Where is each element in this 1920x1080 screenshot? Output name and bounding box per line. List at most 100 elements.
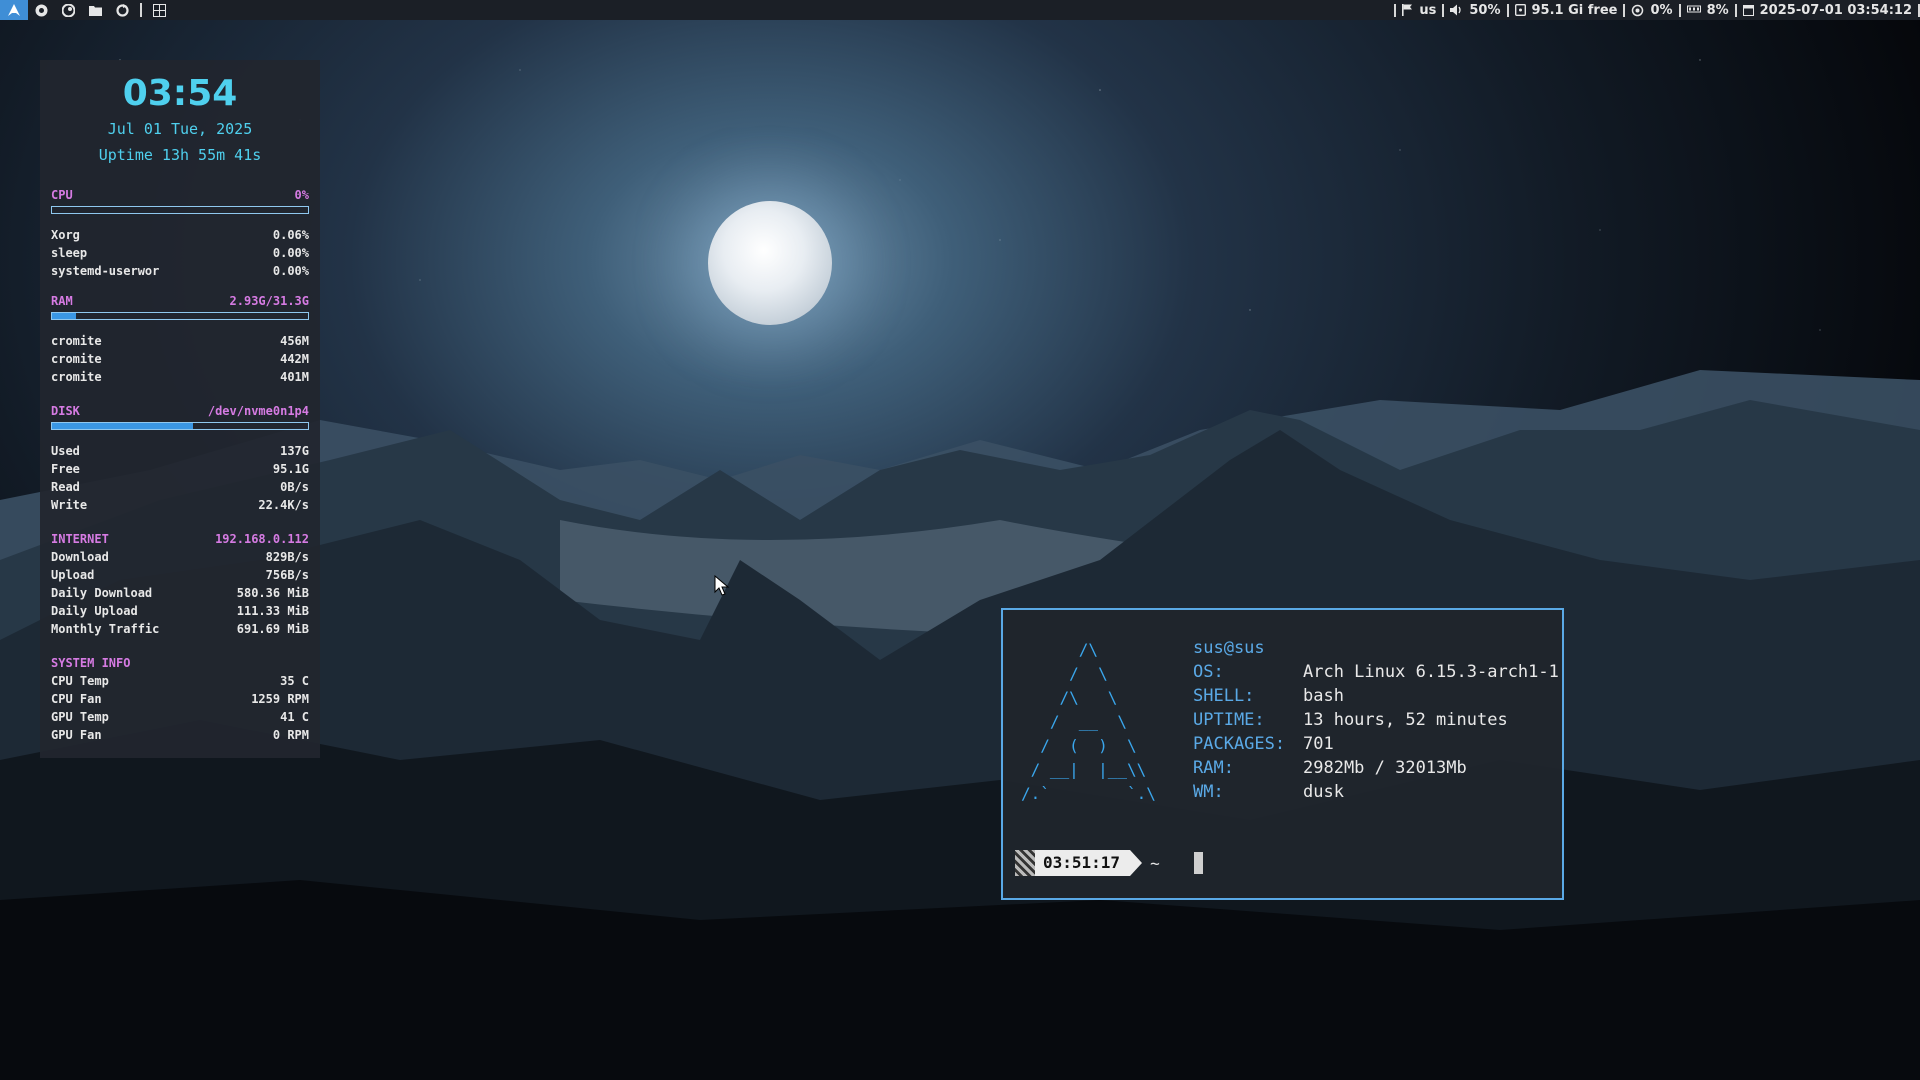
disk-row-value: 137G <box>280 444 309 458</box>
process-value: 456M <box>280 334 309 348</box>
disk-row: Write 22.4K/s <box>51 496 309 514</box>
network-row-value: 691.69 MiB <box>236 622 309 636</box>
cpu-icon <box>1632 4 1644 16</box>
disk-row-value: 22.4K/s <box>258 498 309 512</box>
volume-value: 50% <box>1469 2 1501 18</box>
sensor-value: 1259 RPM <box>251 692 309 706</box>
fetch-line: SHELL: bash <box>1193 684 1559 708</box>
network-row: Monthly Traffic 691.69 MiB <box>51 620 309 638</box>
flag-icon <box>1402 4 1413 16</box>
refresh-icon[interactable] <box>109 0 136 20</box>
network-row: Daily Upload 111.33 MiB <box>51 602 309 620</box>
ip-address: 192.168.0.112 <box>215 532 309 546</box>
separator <box>140 3 142 17</box>
process-value: 0.00% <box>272 246 309 260</box>
ram-bar-fill <box>52 313 77 319</box>
network-row: Download 829B/s <box>51 548 309 566</box>
system-fetch-info: sus@sus OS: Arch Linux 6.15.3-arch1-1 SHE… <box>1193 636 1559 804</box>
process-name: systemd-userwor <box>51 264 160 278</box>
clock-status[interactable]: 2025-07-01 03:54:12 <box>1737 3 1918 18</box>
process-value: 401M <box>280 370 309 384</box>
process-name: cromite <box>51 352 102 366</box>
ram-label: RAM <box>51 294 73 308</box>
chromium-icon[interactable] <box>28 0 55 20</box>
system-info-label: SYSTEM INFO <box>51 656 131 670</box>
volume-status[interactable]: 50% <box>1444 3 1506 18</box>
process-row: systemd-userwor 0.00% <box>51 262 309 280</box>
cpu-section: CPU 0% Xorg 0.06% sleep 0.00% systemd-user… <box>51 188 309 280</box>
disk-section: DISK /dev/nvme0n1p4 Used 137G Free 95.1G R… <box>51 404 309 514</box>
sensor-name: GPU Temp <box>51 710 109 724</box>
sensor-row: GPU Fan 0 RPM <box>51 726 309 744</box>
sensor-name: CPU Fan <box>51 692 102 706</box>
network-row-value: 756B/s <box>265 568 309 582</box>
cpu-label: CPU <box>51 188 73 202</box>
fetch-value: 2982Mb / 32013Mb <box>1303 758 1467 778</box>
arch-logo-icon[interactable] <box>0 0 28 20</box>
process-row: sleep 0.00% <box>51 244 309 262</box>
network-row-name: Daily Upload <box>51 604 138 618</box>
disk-row-name: Write <box>51 498 88 512</box>
process-name: cromite <box>51 370 102 384</box>
keyboard-layout-status[interactable]: us <box>1396 3 1442 18</box>
ram-status[interactable]: 8% <box>1681 3 1735 18</box>
disk-row: Used 137G <box>51 442 309 460</box>
calendar-icon <box>1742 5 1754 16</box>
conky-date: Jul 01 Tue, 2025 <box>107 120 253 138</box>
sensor-row: GPU Temp 41 C <box>51 708 309 726</box>
internet-label: INTERNET <box>51 532 109 546</box>
process-value: 442M <box>280 352 309 366</box>
ram-bar <box>51 312 309 320</box>
shell-prompt[interactable]: 03:51:17 ~ <box>1015 850 1203 876</box>
prompt-arrow-icon <box>1130 850 1143 876</box>
moon <box>708 201 832 325</box>
sensor-row: CPU Fan 1259 RPM <box>51 690 309 708</box>
fetch-line: UPTIME: 13 hours, 52 minutes <box>1193 708 1559 732</box>
sensor-name: CPU Temp <box>51 674 109 688</box>
disk-row-name: Free <box>51 462 80 476</box>
ram-section: RAM 2.93G/31.3G cromite 456M cromite 442M … <box>51 294 309 386</box>
sensor-value: 0 RPM <box>272 728 309 742</box>
disk-row-name: Used <box>51 444 80 458</box>
disk-device: /dev/nvme0n1p4 <box>207 404 309 418</box>
fetch-value: Arch Linux 6.15.3-arch1-1 <box>1303 662 1559 682</box>
disk-icon <box>1514 4 1526 16</box>
mouse-pointer-icon <box>714 575 730 596</box>
fetch-key: OS: <box>1193 662 1224 682</box>
network-row: Upload 756B/s <box>51 566 309 584</box>
ram-value: 8% <box>1706 2 1729 18</box>
process-row: cromite 442M <box>51 350 309 368</box>
network-row-value: 111.33 MiB <box>236 604 309 618</box>
fetch-key: WM: <box>1193 782 1224 802</box>
disk-status[interactable]: 95.1 Gi free <box>1509 3 1624 18</box>
prompt-time: 03:51:17 <box>1035 850 1131 876</box>
fetch-line: RAM: 2982Mb / 32013Mb <box>1193 756 1559 780</box>
fetch-line: OS: Arch Linux 6.15.3-arch1-1 <box>1193 660 1559 684</box>
process-row: cromite 401M <box>51 368 309 386</box>
network-row-name: Daily Download <box>51 586 153 600</box>
conky-uptime: Uptime 13h 55m 41s <box>98 146 262 164</box>
folder-icon[interactable] <box>82 0 109 20</box>
process-name: sleep <box>51 246 88 260</box>
process-name: Xorg <box>51 228 80 242</box>
speaker-icon <box>1450 4 1462 16</box>
terminal-window[interactable]: /\ / \ /\ \ / __ \ / ( ) \ / __| |__\\ /… <box>1001 608 1564 900</box>
network-row-value: 580.36 MiB <box>236 586 309 600</box>
prompt-directory: ~ <box>1150 853 1160 873</box>
memory-icon <box>1686 5 1701 13</box>
steam-icon[interactable] <box>55 0 82 20</box>
user-host: sus@sus <box>1193 638 1265 658</box>
disk-row: Read 0B/s <box>51 478 309 496</box>
fetch-key: UPTIME: <box>1193 710 1265 730</box>
fetch-value: 701 <box>1303 734 1334 754</box>
disk-bar <box>51 422 309 430</box>
disk-row: Free 95.1G <box>51 460 309 478</box>
fetch-key: PACKAGES: <box>1193 734 1286 754</box>
arch-ascii-logo: /\ / \ /\ \ / __ \ / ( ) \ / __| |__\\ /… <box>1021 640 1156 803</box>
network-row-name: Download <box>51 550 109 564</box>
conky-clock: 03:54 <box>122 73 238 114</box>
disk-row-value: 95.1G <box>272 462 309 476</box>
datetime-value: 2025-07-01 03:54:12 <box>1759 2 1912 18</box>
cpu-status[interactable]: 0% <box>1625 3 1678 18</box>
grid-layout-icon[interactable] <box>146 0 173 20</box>
